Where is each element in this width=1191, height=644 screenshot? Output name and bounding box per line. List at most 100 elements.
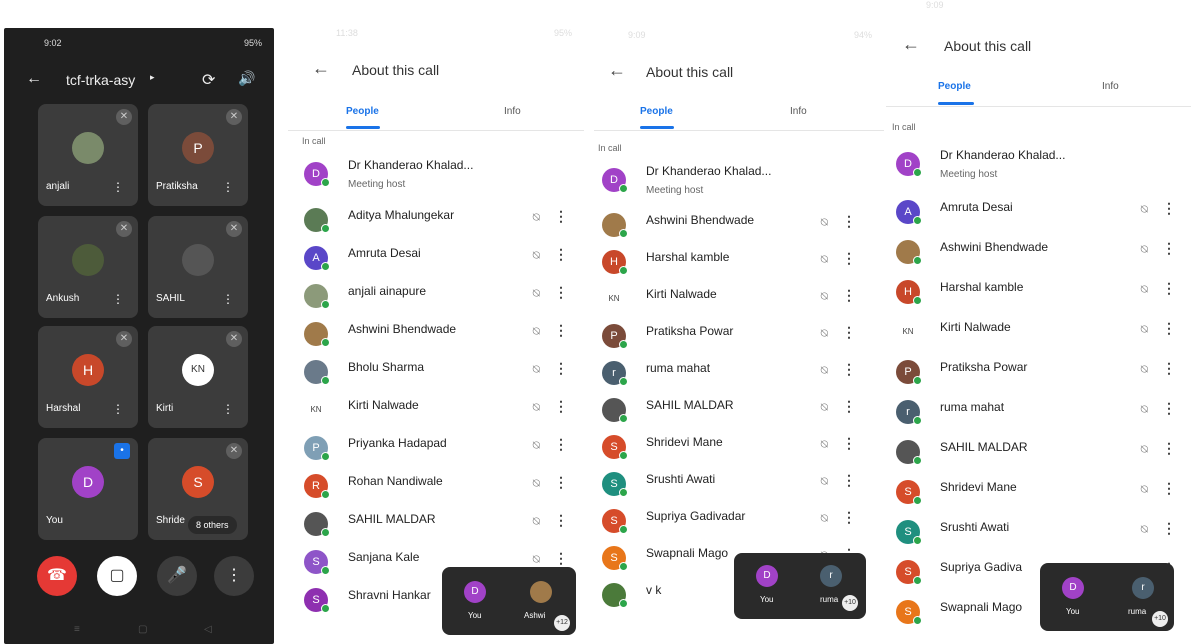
more-options-icon[interactable]: ⋮: [842, 509, 856, 526]
participant-row[interactable]: P Pratiksha Powar ⍉ ⋮: [896, 356, 1184, 390]
tab-people[interactable]: People: [346, 106, 379, 117]
participant-row[interactable]: S Srushti Awati ⍉ ⋮: [896, 516, 1184, 550]
more-options-icon[interactable]: ⋮: [554, 208, 568, 225]
chevron-right-icon[interactable]: ▸: [150, 72, 155, 83]
home-icon[interactable]: ▢: [138, 624, 147, 635]
more-options-icon[interactable]: ⋮: [1162, 200, 1176, 217]
participant-tile[interactable]: ✕ H Harshal ⋮: [38, 326, 138, 428]
more-options-icon[interactable]: ⋮: [1162, 240, 1176, 257]
online-dot: [619, 599, 628, 608]
participant-row[interactable]: H Harshal kamble ⍉ ⋮: [896, 276, 1184, 310]
more-options-icon[interactable]: ⋮: [842, 287, 856, 304]
host-row[interactable]: D Dr Khanderao Khalad... Meeting host: [304, 158, 576, 192]
more-options-icon[interactable]: ⋮: [842, 435, 856, 452]
more-options-icon[interactable]: ⋮: [554, 398, 568, 415]
self-view-pip[interactable]: D You r ruma +10: [734, 553, 866, 619]
tile-more-icon[interactable]: ⋮: [222, 180, 234, 194]
tile-more-icon[interactable]: ⋮: [222, 292, 234, 306]
participant-tile[interactable]: ✕ Ankush ⋮: [38, 216, 138, 318]
back-nav-icon[interactable]: ◁: [204, 624, 212, 635]
back-arrow-icon[interactable]: ←: [902, 34, 920, 55]
participant-row[interactable]: S Srushti Awati ⍉ ⋮: [602, 468, 864, 502]
participant-row[interactable]: KN Kirti Nalwade ⍉ ⋮: [896, 316, 1184, 350]
pip-label-other: Ashwi: [524, 611, 546, 620]
participant-row[interactable]: S Shridevi Mane ⍉ ⋮: [896, 476, 1184, 510]
participant-row[interactable]: P Pratiksha Powar ⍉ ⋮: [602, 320, 864, 354]
more-options-icon[interactable]: ⋮: [842, 324, 856, 341]
more-options-icon[interactable]: ⋮: [554, 360, 568, 377]
participant-row[interactable]: Bholu Sharma ⍉ ⋮: [304, 356, 576, 390]
participant-row[interactable]: Ashwini Bhendwade ⍉ ⋮: [602, 209, 864, 243]
more-options-icon[interactable]: ⋮: [1162, 360, 1176, 377]
tab-people[interactable]: People: [640, 106, 673, 117]
participant-row[interactable]: r ruma mahat ⍉ ⋮: [602, 357, 864, 391]
tab-info[interactable]: Info: [504, 106, 521, 117]
more-options-icon[interactable]: ⋮: [1162, 440, 1176, 457]
end-call-button[interactable]: ☎: [37, 556, 77, 596]
tile-more-icon[interactable]: ⋮: [222, 402, 234, 416]
tab-info[interactable]: Info: [790, 106, 807, 117]
back-arrow-icon[interactable]: ←: [26, 70, 42, 88]
participant-row[interactable]: A Amruta Desai ⍉ ⋮: [896, 196, 1184, 230]
recent-apps-icon[interactable]: ≡: [74, 624, 80, 635]
participant-row[interactable]: r ruma mahat ⍉ ⋮: [896, 396, 1184, 430]
meeting-code[interactable]: tcf-trka-asy: [66, 72, 135, 88]
back-arrow-icon[interactable]: ←: [312, 58, 330, 79]
host-row[interactable]: D Dr Khanderao Khalad... Meeting host: [896, 148, 1184, 182]
participant-row[interactable]: KN Kirti Nalwade ⍉ ⋮: [304, 394, 576, 428]
tile-more-icon[interactable]: ⋮: [112, 292, 124, 306]
more-options-icon[interactable]: ⋮: [1162, 520, 1176, 537]
self-view-pip[interactable]: D You r ruma +10: [1040, 563, 1174, 631]
more-options-icon[interactable]: ⋮: [842, 250, 856, 267]
participant-row[interactable]: SAHIL MALDAR ⍉ ⋮: [304, 508, 576, 542]
more-options-icon[interactable]: ⋮: [554, 512, 568, 529]
participant-row[interactable]: anjali ainapure ⍉ ⋮: [304, 280, 576, 314]
switch-camera-icon[interactable]: ⟳: [202, 70, 215, 90]
participant-row[interactable]: R Rohan Nandiwale ⍉ ⋮: [304, 470, 576, 504]
participant-row[interactable]: Ashwini Bhendwade ⍉ ⋮: [896, 236, 1184, 270]
speaker-icon[interactable]: 🔊: [238, 70, 255, 87]
participant-row[interactable]: SAHIL MALDAR ⍉ ⋮: [602, 394, 864, 428]
tile-more-icon[interactable]: ⋮: [112, 180, 124, 194]
more-options-icon[interactable]: ⋮: [1162, 280, 1176, 297]
participant-row[interactable]: Ashwini Bhendwade ⍉ ⋮: [304, 318, 576, 352]
more-options-icon[interactable]: ⋮: [1162, 400, 1176, 417]
online-dot: [321, 338, 330, 347]
more-options-icon[interactable]: ⋮: [1162, 480, 1176, 497]
more-options-icon[interactable]: ⋮: [842, 472, 856, 489]
participant-row[interactable]: S Supriya Gadivadar ⍉ ⋮: [602, 505, 864, 539]
participant-row[interactable]: P Priyanka Hadapad ⍉ ⋮: [304, 432, 576, 466]
participant-row[interactable]: SAHIL MALDAR ⍉ ⋮: [896, 436, 1184, 470]
others-badge[interactable]: 8 others: [188, 516, 237, 534]
more-options-icon[interactable]: ⋮: [554, 550, 568, 567]
more-options-icon[interactable]: ⋮: [842, 361, 856, 378]
participant-row[interactable]: H Harshal kamble ⍉ ⋮: [602, 246, 864, 280]
participant-tile[interactable]: ✕ SAHIL ⋮: [148, 216, 248, 318]
camera-off-button[interactable]: ▢: [97, 556, 137, 596]
participant-tile[interactable]: • D You: [38, 438, 138, 540]
self-view-pip[interactable]: D You Ashwi +12: [442, 567, 576, 635]
more-options-icon[interactable]: ⋮: [842, 213, 856, 230]
more-options-button[interactable]: ⋮: [214, 556, 254, 596]
more-options-icon[interactable]: ⋮: [554, 474, 568, 491]
more-options-icon[interactable]: ⋮: [554, 246, 568, 263]
mic-button[interactable]: 🎤: [157, 556, 197, 596]
participant-tile[interactable]: ✕ anjali ⋮: [38, 104, 138, 206]
more-options-icon[interactable]: ⋮: [554, 284, 568, 301]
participant-tile[interactable]: ✕SShride⋮8 others: [148, 438, 248, 540]
more-options-icon[interactable]: ⋮: [554, 436, 568, 453]
participant-row[interactable]: A Amruta Desai ⍉ ⋮: [304, 242, 576, 276]
host-row[interactable]: D Dr Khanderao Khalad... Meeting host: [602, 164, 864, 198]
participant-row[interactable]: Aditya Mhalungekar ⍉ ⋮: [304, 204, 576, 238]
more-options-icon[interactable]: ⋮: [1162, 320, 1176, 337]
participant-row[interactable]: KN Kirti Nalwade ⍉ ⋮: [602, 283, 864, 317]
participant-row[interactable]: S Shridevi Mane ⍉ ⋮: [602, 431, 864, 465]
participant-tile[interactable]: ✕ KN Kirti ⋮: [148, 326, 248, 428]
participant-tile[interactable]: ✕ P Pratiksha ⋮: [148, 104, 248, 206]
back-arrow-icon[interactable]: ←: [608, 60, 626, 81]
more-options-icon[interactable]: ⋮: [842, 398, 856, 415]
more-options-icon[interactable]: ⋮: [554, 322, 568, 339]
tile-more-icon[interactable]: ⋮: [112, 402, 124, 416]
tab-info[interactable]: Info: [1102, 81, 1119, 92]
tab-people[interactable]: People: [938, 81, 971, 92]
